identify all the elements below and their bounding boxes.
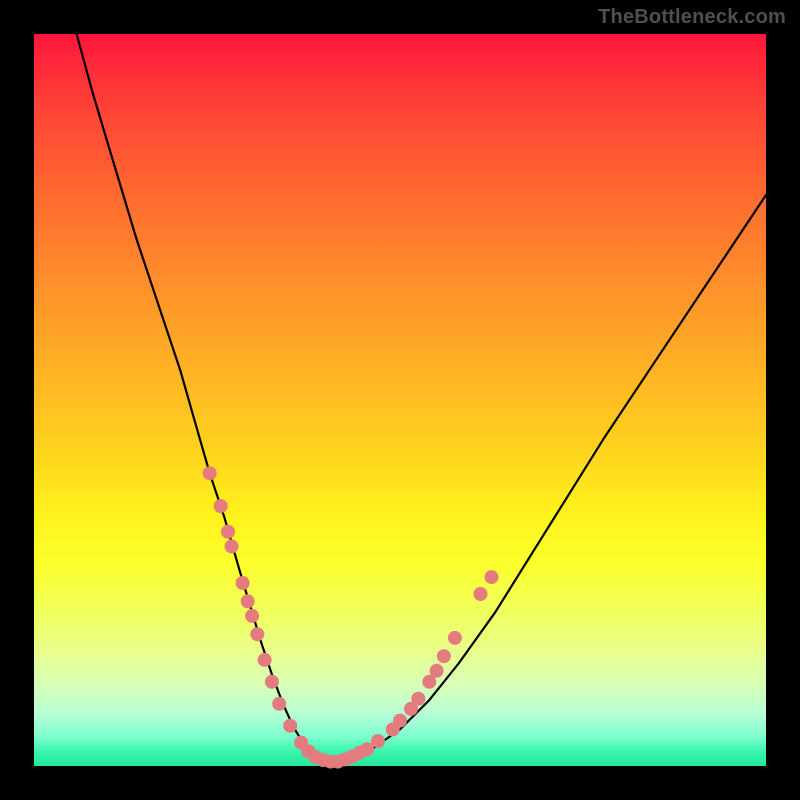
scatter-dot — [485, 570, 499, 584]
plot-area — [34, 34, 766, 766]
scatter-dot — [272, 697, 286, 711]
scatter-dot — [225, 539, 239, 553]
scatter-dot — [430, 664, 444, 678]
scatter-dot — [371, 734, 385, 748]
scatter-dot — [258, 653, 272, 667]
scatter-dot — [411, 692, 425, 706]
scatter-dot — [236, 576, 250, 590]
scatter-dot — [448, 631, 462, 645]
scatter-dot — [437, 649, 451, 663]
scatter-dot — [221, 525, 235, 539]
scatter-dot — [474, 587, 488, 601]
chart-frame: TheBottleneck.com — [0, 0, 800, 800]
scatter-dot — [265, 675, 279, 689]
scatter-dot — [283, 719, 297, 733]
scatter-dot — [214, 499, 228, 513]
watermark-text: TheBottleneck.com — [598, 6, 786, 29]
scatter-dot — [245, 609, 259, 623]
scatter-dot — [241, 594, 255, 608]
scatter-dot — [250, 627, 264, 641]
scatter-dot — [393, 714, 407, 728]
scatter-dot — [203, 466, 217, 480]
scatter-dots — [203, 466, 499, 768]
bottleneck-curve — [71, 12, 766, 762]
curve-svg — [34, 34, 766, 766]
